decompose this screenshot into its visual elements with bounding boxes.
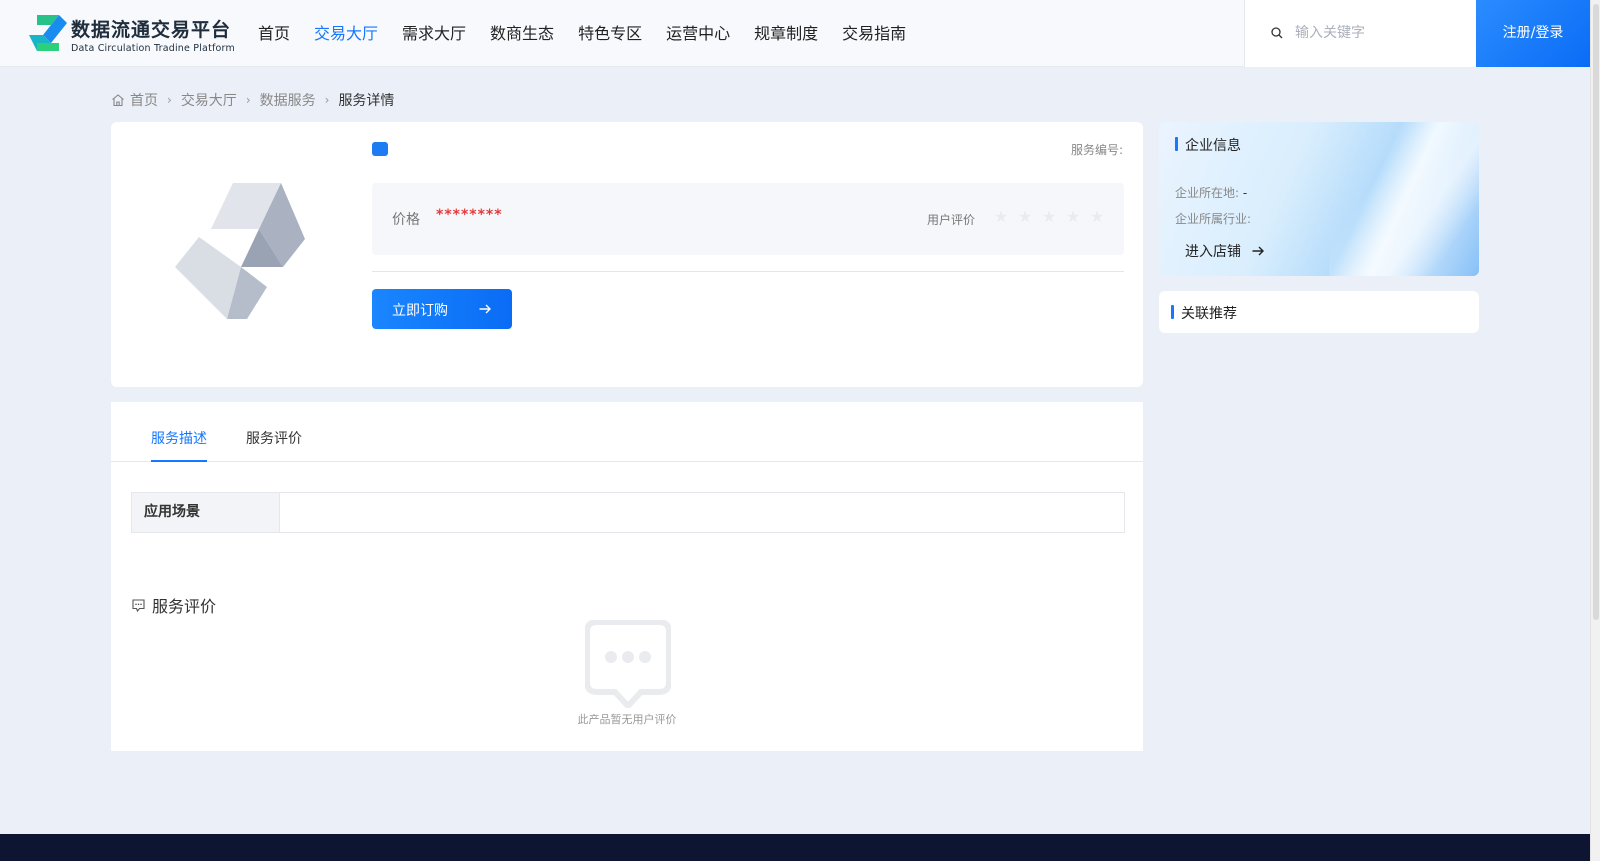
detail-tabs: 服务描述 服务评价: [111, 402, 1143, 462]
logo-icon: [29, 15, 67, 51]
product-placeholder-icon: [175, 183, 305, 319]
register-login-button[interactable]: 注册/登录: [1476, 0, 1590, 67]
nav-trading-guide[interactable]: 交易指南: [830, 0, 918, 67]
enterprise-info-card: 企业信息 企业所在地: - 企业所属行业: 进入店铺: [1159, 122, 1479, 276]
arrow-right-icon: [1252, 246, 1264, 256]
price-box: 价格 ******** 用户评价 ★ ★ ★ ★ ★: [372, 183, 1124, 255]
enterprise-location-label: 企业所在地:: [1175, 186, 1240, 200]
chevron-right-icon: ›: [324, 93, 330, 107]
nav-demand-hall[interactable]: 需求大厅: [390, 0, 478, 67]
arrow-right-icon: [479, 304, 491, 314]
application-scenario-value: [280, 493, 1124, 532]
nav-operation-center[interactable]: 运营中心: [654, 0, 742, 67]
price-value: ********: [436, 207, 503, 223]
reviews-title-label: 服务评价: [152, 597, 217, 616]
search-input[interactable]: [1295, 20, 1465, 46]
nav-trading-hall[interactable]: 交易大厅: [302, 0, 390, 67]
order-now-button[interactable]: 立即订购: [372, 289, 512, 329]
rating-stars: ★ ★ ★ ★ ★: [989, 207, 1109, 226]
breadcrumb-home-label: 首页: [130, 93, 158, 109]
divider: [372, 271, 1124, 272]
breadcrumb-data-services[interactable]: 数据服务: [260, 90, 316, 110]
search-box: [1244, 0, 1476, 67]
chevron-right-icon: ›: [167, 93, 172, 107]
star-icon: ★: [1041, 207, 1057, 226]
price-label: 价格: [392, 212, 420, 228]
page-footer: [0, 834, 1590, 861]
star-icon: ★: [993, 207, 1009, 226]
related-recommendations-card: 关联推荐: [1159, 291, 1479, 333]
empty-comment-icon: [585, 620, 671, 708]
related-recommendations-title: 关联推荐: [1181, 306, 1237, 322]
logo-subtitle: Data Circulation Tradine Platform: [71, 43, 235, 54]
enterprise-location-value: -: [1242, 186, 1248, 200]
star-icon: ★: [1089, 207, 1105, 226]
star-icon: ★: [1017, 207, 1033, 226]
product-tag: [372, 142, 388, 156]
page-scrollbar[interactable]: [1590, 0, 1600, 861]
enterprise-industry-label: 企业所属行业:: [1175, 212, 1252, 226]
star-icon: ★: [1065, 207, 1081, 226]
tab-service-description[interactable]: 服务描述: [151, 428, 207, 448]
platform-logo[interactable]: 数据流通交易平台 Data Circulation Tradine Platfo…: [29, 13, 235, 55]
enterprise-location: 企业所在地: -: [1175, 184, 1247, 201]
active-tab-indicator: [151, 460, 207, 462]
home-icon: [112, 94, 124, 107]
main-nav: 首页 交易大厅 需求大厅 数商生态 特色专区 运营中心 规章制度 交易指南: [246, 0, 918, 67]
chevron-right-icon: ›: [245, 93, 251, 107]
breadcrumb: 首页 › 交易大厅 › 数据服务 › 服务详情: [111, 89, 394, 111]
user-rating-label: 用户评价: [927, 213, 976, 227]
logo-title: 数据流通交易平台: [71, 19, 232, 41]
enter-store-label: 进入店铺: [1185, 244, 1241, 260]
breadcrumb-trading-hall[interactable]: 交易大厅: [181, 90, 237, 110]
section-accent-bar: [1175, 137, 1178, 151]
search-icon[interactable]: [1271, 27, 1283, 39]
application-scenario-label: 应用场景: [132, 493, 280, 532]
empty-reviews-text: 此产品暂无用户评价: [577, 713, 677, 726]
enterprise-info-title: 企业信息: [1185, 138, 1241, 154]
nav-regulations[interactable]: 规章制度: [742, 0, 830, 67]
breadcrumb-home[interactable]: 首页: [111, 90, 158, 110]
enterprise-industry: 企业所属行业:: [1175, 210, 1251, 227]
scrollbar-thumb[interactable]: [1593, 4, 1599, 620]
service-number: 服务编号:: [1070, 143, 1123, 157]
nav-ecosystem[interactable]: 数商生态: [478, 0, 566, 67]
reviews-section-title: 服务评价: [131, 593, 216, 617]
comment-icon: [132, 598, 145, 612]
nav-home[interactable]: 首页: [246, 0, 302, 67]
order-now-label: 立即订购: [392, 303, 448, 319]
breadcrumb-current: 服务详情: [338, 93, 395, 109]
detail-card: 服务描述 服务评价 应用场景 服务评价 此产品暂无用户评价: [111, 402, 1143, 751]
product-card: 服务编号: 价格 ******** 用户评价 ★ ★ ★ ★ ★ 立即订购: [111, 122, 1143, 387]
top-header: 数据流通交易平台 Data Circulation Tradine Platfo…: [0, 0, 1590, 67]
application-scenario-row: 应用场景: [131, 492, 1125, 533]
section-accent-bar: [1171, 305, 1174, 319]
nav-featured-zone[interactable]: 特色专区: [566, 0, 654, 67]
enter-store-link[interactable]: 进入店铺: [1185, 241, 1265, 261]
tab-service-reviews[interactable]: 服务评价: [246, 428, 302, 448]
